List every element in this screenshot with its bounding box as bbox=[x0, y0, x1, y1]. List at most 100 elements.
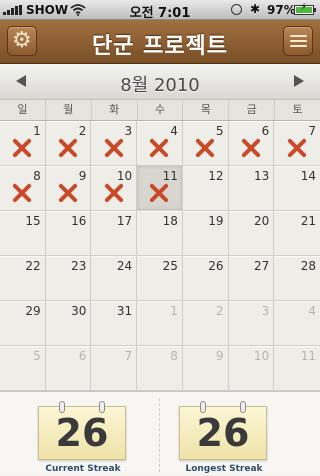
day-cell[interactable]: 1 bbox=[137, 301, 183, 346]
x-mark-icon bbox=[103, 137, 125, 159]
weekday-label: 일 bbox=[0, 100, 46, 120]
day-cell[interactable]: 23 bbox=[45, 256, 92, 301]
day-number: 17 bbox=[116, 214, 133, 228]
current-streak-card: 26 bbox=[38, 401, 126, 460]
current-streak: 26 Current Streak bbox=[38, 401, 128, 476]
day-number: 31 bbox=[116, 304, 133, 318]
day-cell[interactable]: 6 bbox=[228, 121, 275, 166]
weekday-label: 금 bbox=[229, 100, 276, 120]
day-cell[interactable]: 5 bbox=[0, 346, 46, 391]
day-cell[interactable]: 18 bbox=[137, 211, 183, 256]
day-cell[interactable]: 4 bbox=[137, 121, 183, 166]
day-cell[interactable]: 27 bbox=[228, 256, 275, 301]
day-cell[interactable]: 2 bbox=[182, 301, 229, 346]
day-cell[interactable]: 10 bbox=[228, 346, 275, 391]
day-cell[interactable]: 7 bbox=[91, 346, 138, 391]
day-cell[interactable]: 3 bbox=[228, 301, 275, 346]
day-cell[interactable]: 3 bbox=[91, 121, 138, 166]
day-cell[interactable]: 28 bbox=[274, 256, 320, 301]
day-cell[interactable]: 12 bbox=[182, 166, 229, 211]
day-cell[interactable]: 2 bbox=[45, 121, 92, 166]
day-number: 12 bbox=[208, 169, 224, 183]
day-cell[interactable]: 31 bbox=[91, 301, 138, 346]
day-cell[interactable]: 24 bbox=[91, 256, 138, 301]
day-number: 14 bbox=[300, 169, 316, 183]
day-number: 26 bbox=[208, 259, 224, 273]
day-number: 16 bbox=[71, 214, 87, 228]
weekday-label: 목 bbox=[183, 100, 230, 120]
day-number: 10 bbox=[254, 349, 270, 363]
day-cell[interactable]: 21 bbox=[274, 211, 320, 256]
weekday-label: 수 bbox=[138, 100, 184, 120]
day-cell[interactable]: 8 bbox=[137, 346, 183, 391]
day-number: 11 bbox=[300, 349, 316, 363]
bluetooth-icon: ✱ bbox=[250, 2, 261, 16]
status-bar: SHOW 오전 7:01 ✱ 97% ⚡ bbox=[0, 0, 320, 21]
app-title: 단군 프로젝트 bbox=[91, 34, 229, 59]
day-number: 5 bbox=[215, 124, 224, 138]
day-number: 23 bbox=[71, 259, 87, 273]
day-cell[interactable]: 1 bbox=[0, 121, 46, 166]
day-cell[interactable]: 10 bbox=[91, 166, 138, 211]
day-number: 1 bbox=[170, 304, 178, 318]
day-number: 8 bbox=[170, 349, 178, 363]
day-cell[interactable]: 29 bbox=[0, 301, 46, 346]
streak-panel: 26 Current Streak 26 Longest Streak bbox=[0, 391, 320, 475]
day-cell[interactable]: 17 bbox=[91, 211, 138, 256]
longest-streak-label: Longest Streak bbox=[185, 464, 263, 474]
day-cell[interactable]: 16 bbox=[45, 211, 92, 256]
x-mark-icon bbox=[11, 137, 33, 159]
day-cell[interactable]: 8 bbox=[0, 166, 46, 211]
day-number: 22 bbox=[25, 259, 41, 273]
day-cell[interactable]: 30 bbox=[45, 301, 92, 346]
day-cell[interactable]: 15 bbox=[0, 211, 46, 256]
x-mark-icon bbox=[103, 182, 125, 204]
day-number: 1 bbox=[33, 124, 41, 138]
weekday-label: 월 bbox=[46, 100, 92, 120]
menu-button[interactable] bbox=[283, 26, 313, 56]
day-cell[interactable]: 22 bbox=[0, 256, 46, 301]
day-number: 13 bbox=[254, 169, 270, 183]
day-number: 11 bbox=[162, 169, 178, 183]
day-number: 21 bbox=[300, 214, 316, 228]
longest-streak-card: 26 bbox=[179, 401, 267, 460]
day-number: 18 bbox=[162, 214, 178, 228]
day-number: 19 bbox=[208, 214, 224, 228]
day-cell[interactable]: 9 bbox=[182, 346, 229, 391]
day-number: 15 bbox=[25, 214, 41, 228]
longest-streak-value: 26 bbox=[196, 411, 250, 455]
day-number: 9 bbox=[78, 169, 87, 183]
x-mark-icon bbox=[57, 182, 79, 204]
next-month-button[interactable] bbox=[294, 75, 304, 87]
day-cell[interactable]: 4 bbox=[274, 301, 320, 346]
day-cell-today[interactable]: 11 bbox=[137, 166, 183, 211]
day-cell[interactable]: 13 bbox=[228, 166, 275, 211]
day-number: 10 bbox=[116, 169, 133, 183]
day-number: 8 bbox=[33, 169, 41, 183]
x-mark-icon bbox=[148, 137, 170, 159]
day-number: 5 bbox=[33, 349, 41, 363]
navigation-bar: ⚙ 단군 프로젝트 bbox=[0, 20, 320, 64]
day-cell[interactable]: 5 bbox=[182, 121, 229, 166]
day-number: 3 bbox=[124, 124, 133, 138]
day-cell[interactable]: 6 bbox=[45, 346, 92, 391]
x-mark-icon bbox=[194, 137, 216, 159]
day-number: 6 bbox=[261, 124, 270, 138]
day-cell[interactable]: 26 bbox=[182, 256, 229, 301]
day-cell[interactable]: 11 bbox=[274, 346, 320, 391]
month-title: 8월 2010 bbox=[120, 75, 200, 96]
day-number: 24 bbox=[116, 259, 133, 273]
day-cell[interactable]: 14 bbox=[274, 166, 320, 211]
day-cell[interactable]: 19 bbox=[182, 211, 229, 256]
day-cell[interactable]: 20 bbox=[228, 211, 275, 256]
day-number: 2 bbox=[78, 124, 87, 138]
x-mark-icon bbox=[240, 137, 262, 159]
day-cell[interactable]: 25 bbox=[137, 256, 183, 301]
day-cell[interactable]: 7 bbox=[274, 121, 320, 166]
day-number: 25 bbox=[162, 259, 178, 273]
day-cell[interactable]: 9 bbox=[45, 166, 92, 211]
x-mark-icon bbox=[286, 137, 308, 159]
orientation-lock-icon bbox=[231, 4, 242, 15]
calendar-grid: 1 2 3 4 5 6 7 8 9 10 11 12 13 14 15 16 17 18 19 20 21 22 23 24 2… bbox=[0, 121, 320, 391]
day-number: 30 bbox=[71, 304, 87, 318]
